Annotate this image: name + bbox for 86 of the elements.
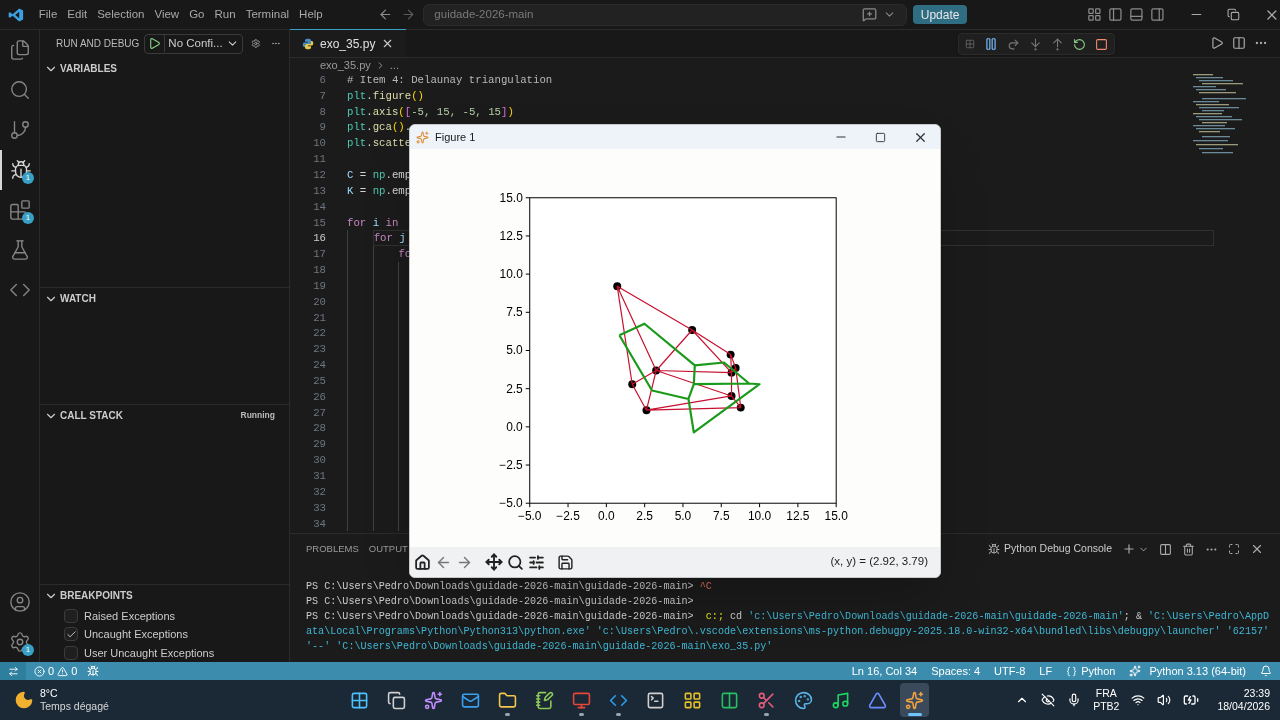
- x-tick: −2.5: [556, 502, 580, 524]
- section-title: BREAKPOINTS: [60, 589, 133, 603]
- code-line: for i in: [347, 215, 399, 231]
- x-tick-label: 12.5: [786, 509, 810, 524]
- line-number: 26: [312, 389, 326, 405]
- line-number: 19: [312, 278, 326, 294]
- line-number: 28: [312, 421, 326, 437]
- code-line: plt.scatte: [347, 136, 412, 152]
- sidebar-title: RUN AND DEBUG: [56, 37, 140, 52]
- x-tick-label: 10.0: [747, 509, 772, 524]
- y-tick: 10.0: [499, 267, 531, 282]
- x-tick: 15.0: [824, 502, 848, 524]
- line-number: 17: [312, 247, 326, 263]
- y-tick-label: 10.0: [499, 267, 524, 282]
- x-tick-label: −5.0: [517, 509, 542, 524]
- terminal-line: PS C:\Users\Pedro\Downloads\guidade-2026-main\guidade-2026-main>: [306, 595, 695, 609]
- y-tick: 0.0: [506, 419, 531, 434]
- line-number: 32: [312, 484, 326, 500]
- y-tick: 5.0: [506, 343, 531, 358]
- line-number: 16: [312, 231, 326, 247]
- code-line: plt.axis([-5, 15, -5, 15]): [347, 104, 514, 120]
- line-number: 31: [312, 469, 326, 484]
- line-number: 13: [312, 183, 326, 199]
- x-tick-label: 7.5: [712, 509, 730, 524]
- line-number: 15: [312, 215, 326, 231]
- cursor-coordinates: (x, y) = (2.92, 3.79): [830, 554, 928, 570]
- y-tick: 2.5: [506, 381, 531, 396]
- x-tick: 5.0: [674, 502, 692, 524]
- y-tick-label: 12.5: [499, 228, 524, 243]
- line-number: 9: [318, 120, 326, 136]
- x-tick-label: 15.0: [824, 509, 849, 524]
- x-tick: 12.5: [786, 502, 810, 524]
- code-line: # Item 4: Delaunay triangulation: [347, 72, 553, 88]
- x-tick-label: 2.5: [636, 509, 654, 524]
- line-number: 33: [312, 500, 326, 516]
- terminal-line: PS C:\Users\Pedro\Downloads\guidade-2026-main\guidade-2026-main> ^C: [306, 580, 713, 594]
- y-tick-label: −2.5: [499, 458, 524, 473]
- terminal-line: PS C:\Users\Pedro\Downloads\guidade-2026-main\guidade-2026-main> c:; cd 'c:\Users\Pedro\Downloads\guidade-2026-main\guidade-2026-main'; & 'C:\Users\Pedro\AppData\Local\Programs\Python\Python313\python.exe' 'c:\Users\Pedro\.vscode\extensions\ms-python.debugpy-2025.18.0-win32-x64\bundled\libs\debugpy\launcher' '62157' '--' 'C:\Users\Pedro\Downloads\guidade-2026-main\guidade-2026-main\exo_35.py': [306, 610, 1270, 654]
- line-number: 27: [312, 405, 326, 421]
- line-number: 30: [312, 453, 326, 469]
- code-line: plt.figure(): [347, 88, 424, 104]
- line-number: 18: [312, 263, 326, 279]
- line-number: 6: [318, 72, 326, 88]
- line-number: 12: [312, 167, 326, 183]
- section-title: WATCH: [60, 292, 96, 307]
- x-tick: 7.5: [712, 502, 730, 524]
- section-title: VARIABLES: [60, 62, 118, 77]
- y-tick: −2.5: [499, 458, 531, 472]
- code-line: for j: [373, 231, 406, 247]
- badge: 1: [22, 644, 34, 656]
- y-tick-label: 15.0: [499, 190, 524, 205]
- line-number: 22: [312, 326, 326, 342]
- line-number: 24: [312, 358, 326, 374]
- line-number: 14: [312, 199, 326, 215]
- line-number: 7: [318, 88, 326, 104]
- x-tick: 0.0: [598, 502, 615, 524]
- x-tick: 10.0: [747, 502, 772, 524]
- y-tick: 7.5: [506, 305, 531, 320]
- y-tick-label: 5.0: [506, 343, 524, 358]
- line-number: 29: [312, 437, 326, 453]
- y-tick-label: 7.5: [506, 305, 524, 320]
- x-tick-label: 0.0: [598, 509, 615, 524]
- badge: 1: [22, 172, 34, 184]
- y-tick-label: 0.0: [506, 419, 524, 434]
- x-tick: 2.5: [636, 502, 653, 524]
- line-number: 23: [312, 342, 326, 358]
- breakpoint-label: User Uncaught Exceptions: [84, 645, 215, 661]
- x-tick-label: −2.5: [556, 509, 581, 524]
- line-number: 25: [312, 373, 326, 389]
- line-number: 10: [312, 136, 326, 152]
- status-label: Running: [240, 409, 275, 422]
- section-title: CALL STACK: [60, 409, 123, 424]
- y-tick-label: 2.5: [506, 381, 524, 396]
- x-tick-label: 5.0: [674, 509, 692, 524]
- window-title: Figure 1: [435, 129, 476, 145]
- line-number: 34: [312, 516, 326, 532]
- code-line: plt.gca().: [347, 120, 412, 136]
- line-number: 11: [312, 152, 326, 168]
- breakpoint-label: Uncaught Exceptions: [84, 627, 188, 642]
- y-tick: 15.0: [499, 190, 531, 205]
- y-tick: 12.5: [499, 228, 531, 243]
- breakpoint-label: Raised Exceptions: [84, 608, 176, 624]
- line-number: 20: [312, 294, 326, 310]
- line-number: 8: [318, 104, 326, 120]
- line-number: 21: [312, 310, 326, 326]
- badge: 1: [22, 212, 34, 224]
